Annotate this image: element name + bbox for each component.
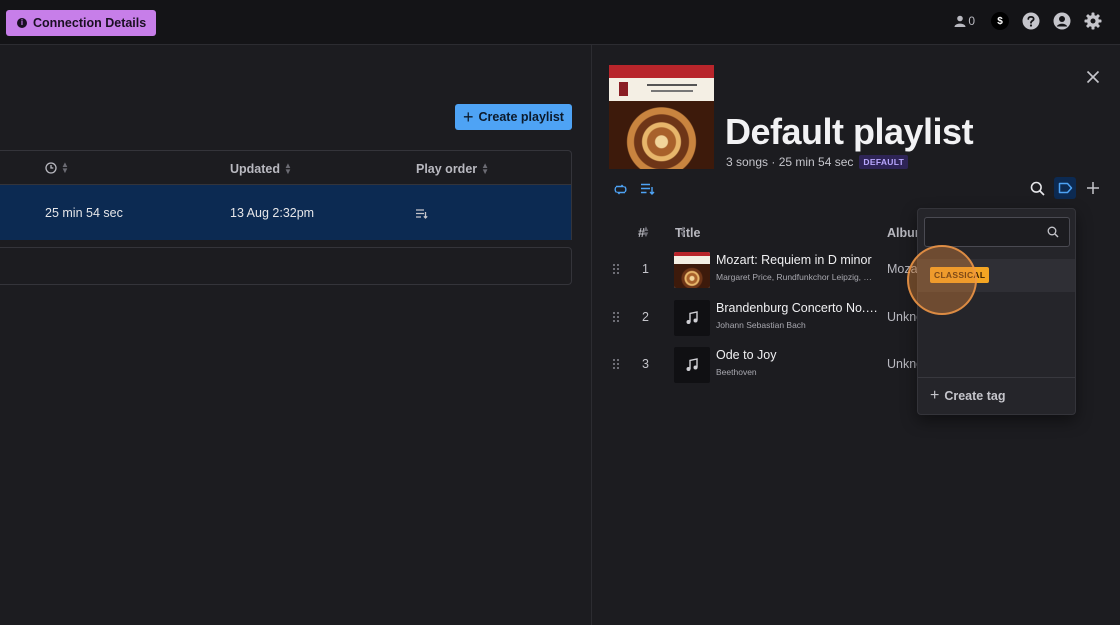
updated-column-header[interactable]: Updated ▲ ▼ — [230, 161, 292, 177]
track-title: Ode to Joy — [716, 348, 777, 362]
drag-handle-icon[interactable] — [612, 311, 620, 323]
viewer-count-value: 0 — [968, 14, 975, 28]
track-number: 2 — [642, 310, 649, 324]
add-icon[interactable] — [1084, 179, 1102, 197]
track-artist: Johann Sebastian Bach — [716, 320, 806, 330]
dropdown-divider — [918, 377, 1075, 378]
top-right-actions: 0 $ — [954, 12, 1102, 30]
play-order-column-label: Play order — [416, 162, 478, 176]
playlist-updated: 13 Aug 2:32pm — [230, 206, 315, 220]
track-number: 1 — [642, 262, 649, 276]
track-thumbnail — [674, 347, 710, 383]
settings-gear-icon[interactable] — [1084, 12, 1102, 30]
currency-symbol: $ — [997, 15, 1003, 27]
playlists-table-header: ▲ ▼ Updated ▲ ▼ Play order ▲ ▼ — [0, 150, 572, 185]
tag-search-field[interactable] — [924, 217, 1070, 247]
info-icon: i — [17, 18, 27, 28]
clock-icon — [45, 162, 57, 174]
playlists-table: ▲ ▼ Updated ▲ ▼ Play order ▲ ▼ 25 min 54 se… — [0, 150, 572, 285]
track-title: Brandenburg Concerto No. 1 in F major — [716, 301, 881, 315]
search-icon[interactable] — [1028, 179, 1046, 197]
playlist-cover-art — [609, 65, 714, 169]
sort-icon: ▲ ▼ — [481, 161, 490, 176]
track-title: Mozart: Requiem in D minor — [716, 253, 872, 267]
track-thumbnail — [674, 252, 710, 288]
plus-icon: + — [930, 387, 940, 404]
create-tag-button[interactable]: + Create tag — [930, 387, 1006, 404]
play-order-icon — [416, 208, 428, 222]
playlist-row-empty[interactable] — [0, 247, 572, 285]
connection-details-button[interactable]: i Connection Details — [6, 10, 157, 36]
sort-icon: ▲ ▼ — [642, 224, 650, 239]
music-note-icon — [686, 311, 698, 324]
playlist-title: Default playlist — [725, 111, 974, 152]
plus-icon: + — [463, 107, 474, 127]
duration-column-header[interactable]: ▲ ▼ — [45, 160, 69, 175]
playlist-meta-text: 3 songs · 25 min 54 sec — [726, 155, 854, 169]
playlist-row-selected[interactable]: 25 min 54 sec 13 Aug 2:32pm — [0, 185, 572, 240]
help-icon[interactable] — [1022, 12, 1040, 30]
create-tag-label: Create tag — [944, 389, 1006, 403]
dollar-icon[interactable]: $ — [991, 12, 1009, 30]
search-icon — [1047, 226, 1059, 238]
tag-option-classical[interactable]: CLASSICAL — [918, 259, 1075, 292]
track-thumbnail — [674, 300, 710, 336]
account-icon[interactable] — [1053, 12, 1071, 30]
playlist-meta: 3 songs · 25 min 54 sec DEFAULT — [726, 155, 909, 169]
default-badge: DEFAULT — [859, 155, 909, 169]
user-icon — [954, 15, 966, 27]
close-icon[interactable] — [1086, 70, 1100, 84]
sort-icon: ▲ ▼ — [284, 161, 292, 176]
sort-order-icon[interactable] — [639, 180, 657, 198]
play-order-column-header[interactable]: Play order ▲ ▼ — [416, 161, 490, 177]
connection-details-label: Connection Details — [33, 16, 147, 30]
sort-icon: ▲ ▼ — [679, 224, 687, 239]
drag-handle-icon[interactable] — [612, 263, 620, 275]
tag-icon[interactable] — [1054, 177, 1076, 199]
tag-badge-classical: CLASSICAL — [930, 267, 990, 283]
top-bar: i Connection Details 0 $ — [0, 0, 1120, 45]
track-artist: Margaret Price, Rundfunkchor Leipzig, St… — [716, 272, 876, 282]
track-number: 3 — [642, 357, 649, 371]
create-playlist-button[interactable]: + Create playlist — [455, 104, 572, 130]
create-playlist-label: Create playlist — [478, 110, 564, 124]
drag-handle-icon[interactable] — [612, 358, 620, 370]
tag-search-input[interactable] — [925, 218, 1045, 246]
playlist-duration: 25 min 54 sec — [45, 206, 123, 220]
viewer-count[interactable]: 0 — [954, 14, 975, 28]
tag-dropdown: CLASSICAL + Create tag — [917, 208, 1076, 415]
track-artist: Beethoven — [716, 367, 757, 377]
shuffle-icon[interactable] — [611, 180, 629, 198]
music-note-icon — [686, 358, 698, 371]
sort-icon: ▲ ▼ — [61, 160, 69, 175]
updated-column-label: Updated — [230, 162, 280, 176]
